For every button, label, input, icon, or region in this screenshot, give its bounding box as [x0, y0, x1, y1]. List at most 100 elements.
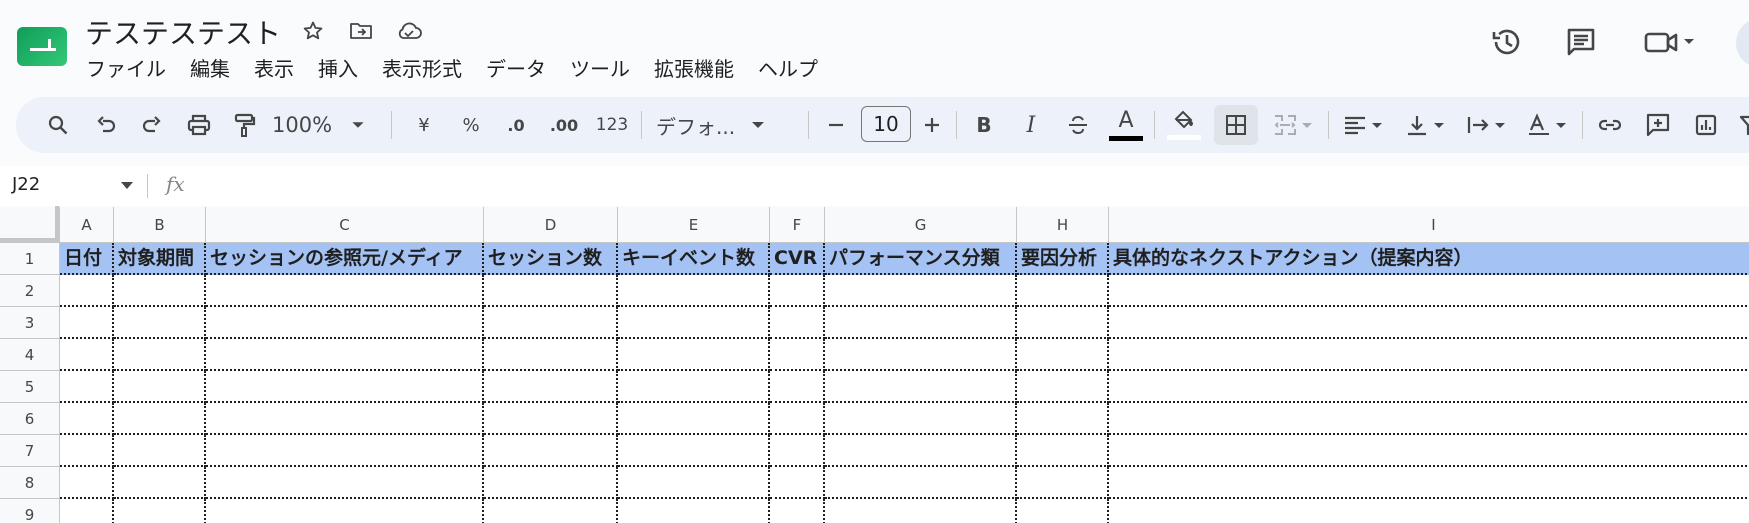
text-wrapping-button[interactable] [1459, 105, 1515, 145]
cloud-saved-icon[interactable] [394, 16, 424, 46]
cell-g2[interactable] [825, 275, 1017, 307]
cell-b9[interactable] [114, 499, 206, 523]
cell-d6[interactable] [484, 403, 618, 435]
cell-a5[interactable] [60, 371, 114, 403]
horizontal-align-button[interactable] [1336, 105, 1392, 145]
menu-help[interactable]: ヘルプ [746, 54, 830, 84]
cell-g9[interactable] [825, 499, 1017, 523]
cell-e2[interactable] [618, 275, 770, 307]
increase-decimal-button[interactable]: .00 [544, 105, 584, 145]
cell-d9[interactable] [484, 499, 618, 523]
cell-b6[interactable] [114, 403, 206, 435]
sheets-logo-icon[interactable] [17, 27, 67, 66]
menu-tools[interactable]: ツール [558, 54, 642, 84]
borders-button[interactable] [1214, 105, 1258, 145]
row-header-4[interactable]: 4 [0, 339, 60, 371]
percent-format-button[interactable]: % [453, 105, 489, 145]
menu-edit[interactable]: 編集 [178, 54, 242, 84]
cell-e8[interactable] [618, 467, 770, 499]
cell-c1[interactable]: セッションの参照元/メディア [206, 243, 484, 275]
row-header-8[interactable]: 8 [0, 467, 60, 499]
cell-b2[interactable] [114, 275, 206, 307]
cell-f8[interactable] [770, 467, 825, 499]
cell-e9[interactable] [618, 499, 770, 523]
vertical-align-button[interactable] [1398, 105, 1454, 145]
cell-c6[interactable] [206, 403, 484, 435]
cell-g4[interactable] [825, 339, 1017, 371]
cell-h4[interactable] [1017, 339, 1109, 371]
menu-view[interactable]: 表示 [242, 54, 306, 84]
cell-i9[interactable] [1109, 499, 1749, 523]
cell-f1[interactable]: CVR [770, 243, 825, 275]
cell-d2[interactable] [484, 275, 618, 307]
column-header-g[interactable]: G [825, 207, 1017, 243]
row-header-2[interactable]: 2 [0, 275, 60, 307]
cell-b8[interactable] [114, 467, 206, 499]
cell-e1[interactable]: キーイベント数 [618, 243, 770, 275]
cell-e5[interactable] [618, 371, 770, 403]
cell-i6[interactable] [1109, 403, 1749, 435]
cell-a9[interactable] [60, 499, 114, 523]
fill-color-button[interactable] [1164, 105, 1204, 145]
name-box[interactable]: J22 [12, 174, 40, 195]
cell-b5[interactable] [114, 371, 206, 403]
insert-chart-button[interactable] [1688, 105, 1724, 145]
cell-a3[interactable] [60, 307, 114, 339]
cell-h5[interactable] [1017, 371, 1109, 403]
row-header-7[interactable]: 7 [0, 435, 60, 467]
row-header-1[interactable]: 1 [0, 243, 60, 275]
cell-a4[interactable] [60, 339, 114, 371]
cell-a1[interactable]: 日付 [60, 243, 114, 275]
cell-c4[interactable] [206, 339, 484, 371]
cell-i3[interactable] [1109, 307, 1749, 339]
cell-e6[interactable] [618, 403, 770, 435]
insert-comment-button[interactable] [1640, 105, 1676, 145]
cell-i4[interactable] [1109, 339, 1749, 371]
cell-i1[interactable]: 具体的なネクストアクション（提案内容） [1109, 243, 1749, 275]
redo-icon[interactable] [134, 105, 170, 145]
menu-file[interactable]: ファイル [76, 54, 178, 84]
cell-d1[interactable]: セッション数 [484, 243, 618, 275]
cell-f7[interactable] [770, 435, 825, 467]
cell-b4[interactable] [114, 339, 206, 371]
cell-b7[interactable] [114, 435, 206, 467]
comments-icon[interactable] [1559, 20, 1603, 64]
cell-d4[interactable] [484, 339, 618, 371]
column-header-c[interactable]: C [206, 207, 484, 243]
menu-format[interactable]: 表示形式 [370, 54, 474, 84]
cell-b3[interactable] [114, 307, 206, 339]
filter-button[interactable] [1732, 105, 1749, 145]
search-menus-icon[interactable] [40, 105, 76, 145]
cell-h3[interactable] [1017, 307, 1109, 339]
merge-cells-button[interactable] [1266, 105, 1322, 145]
cell-g7[interactable] [825, 435, 1017, 467]
paint-format-icon[interactable] [226, 105, 262, 145]
cell-b1[interactable]: 対象期間 [114, 243, 206, 275]
column-header-e[interactable]: E [618, 207, 770, 243]
cell-f4[interactable] [770, 339, 825, 371]
column-header-b[interactable]: B [114, 207, 206, 243]
cell-c3[interactable] [206, 307, 484, 339]
cell-h2[interactable] [1017, 275, 1109, 307]
version-history-icon[interactable] [1485, 20, 1529, 64]
move-folder-icon[interactable] [346, 16, 376, 46]
cell-a6[interactable] [60, 403, 114, 435]
cell-h9[interactable] [1017, 499, 1109, 523]
decrease-decimal-button[interactable]: .0 [498, 105, 534, 145]
font-select[interactable]: デフォ... [656, 105, 796, 145]
cell-a7[interactable] [60, 435, 114, 467]
select-all-corner[interactable] [0, 206, 60, 243]
column-header-f[interactable]: F [770, 207, 825, 243]
column-header-d[interactable]: D [484, 207, 618, 243]
menu-extensions[interactable]: 拡張機能 [642, 54, 746, 84]
undo-icon[interactable] [88, 105, 124, 145]
cell-h8[interactable] [1017, 467, 1109, 499]
more-formats-button[interactable]: 123 [592, 105, 632, 145]
insert-link-button[interactable] [1592, 105, 1628, 145]
cell-f9[interactable] [770, 499, 825, 523]
cell-a8[interactable] [60, 467, 114, 499]
bold-button[interactable]: B [966, 105, 1002, 145]
menu-data[interactable]: データ [474, 54, 558, 84]
cell-h6[interactable] [1017, 403, 1109, 435]
row-header-3[interactable]: 3 [0, 307, 60, 339]
